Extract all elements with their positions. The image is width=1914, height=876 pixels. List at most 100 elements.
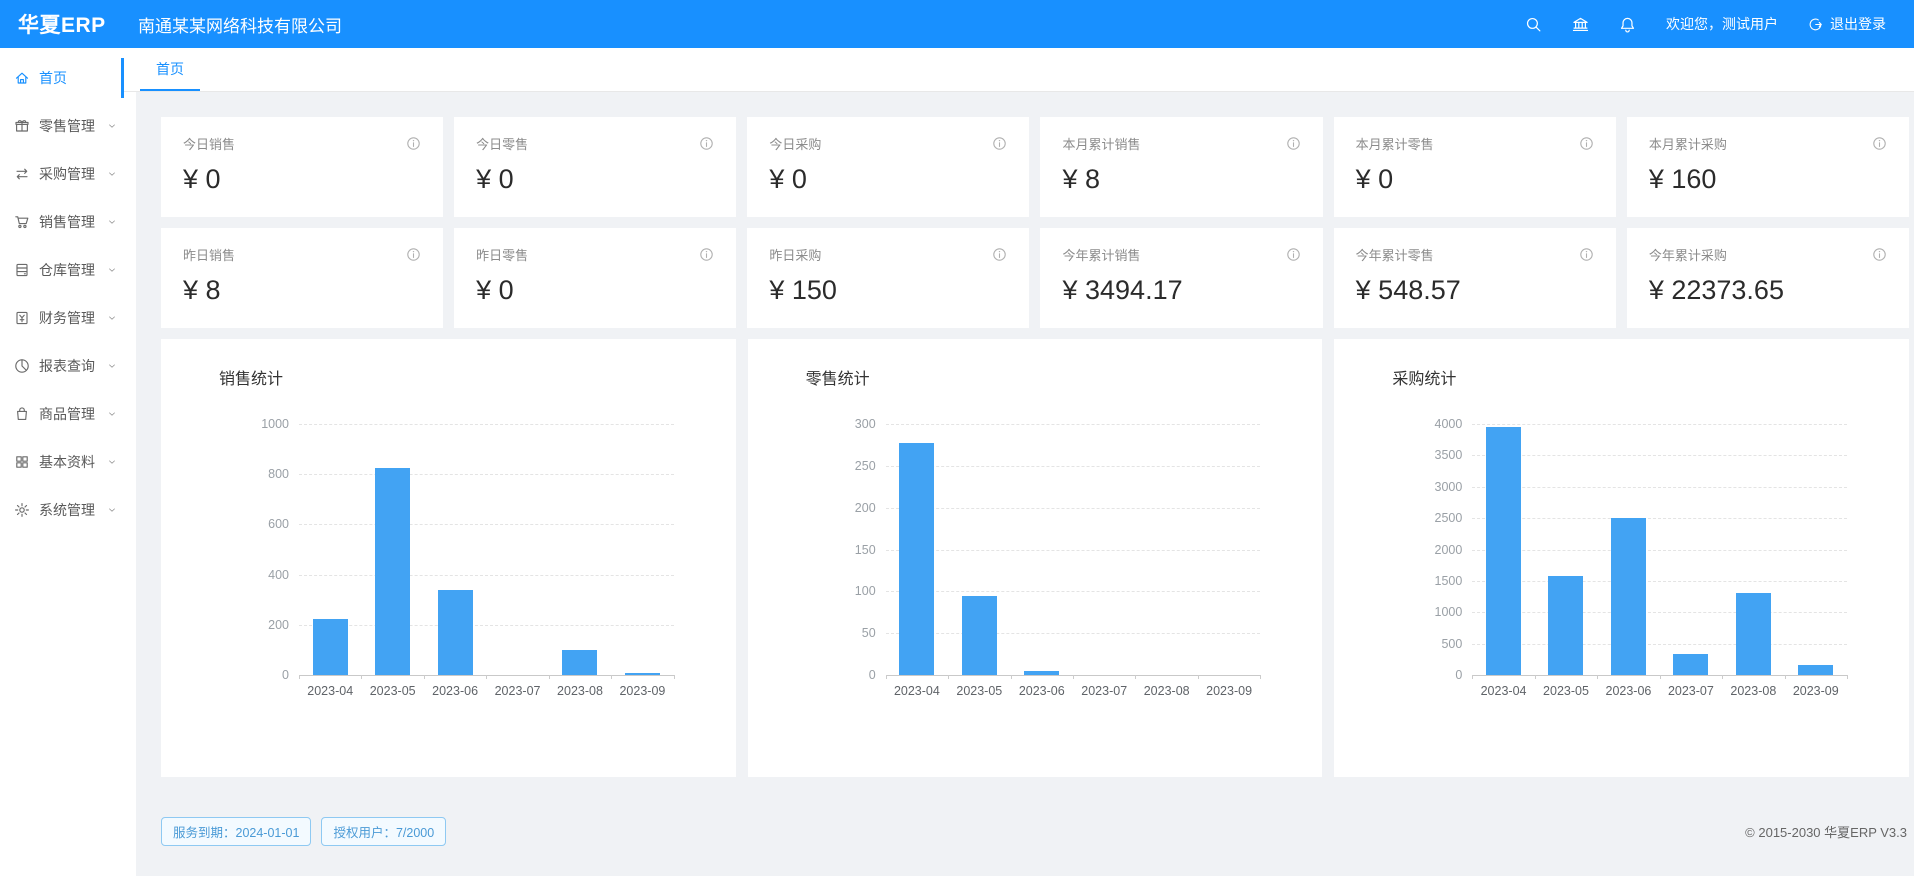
x-axis-label: 2023-09: [1206, 684, 1252, 698]
info-icon[interactable]: [699, 247, 714, 262]
stat-card-label: 昨日采购: [769, 245, 821, 264]
axis-tick: [299, 675, 300, 679]
swap-icon: [14, 166, 30, 182]
bar: [625, 673, 660, 675]
x-axis-label: 2023-04: [894, 684, 940, 698]
stat-card-label: 本月累计采购: [1649, 134, 1727, 153]
axis-tick: [886, 675, 887, 679]
bar: [1673, 654, 1708, 675]
company-name: 南通某某网络科技有限公司: [138, 12, 342, 37]
sidebar-item-1[interactable]: 零售管理: [0, 106, 124, 146]
bell-icon[interactable]: [1619, 16, 1636, 33]
tab-bar: 首页: [124, 48, 1914, 92]
gridline: [299, 524, 674, 525]
sidebar-item-4[interactable]: 仓库管理: [0, 250, 124, 290]
axis-tick: [486, 675, 487, 679]
y-axis-label: 3500: [1435, 448, 1463, 462]
stat-card-label: 今年累计销售: [1062, 245, 1140, 264]
sidebar-item-label: 销售管理: [39, 212, 107, 232]
x-axis-label: 2023-08: [1730, 684, 1776, 698]
sidebar-item-label: 采购管理: [39, 164, 107, 184]
stat-card-value: ¥ 8: [1062, 164, 1300, 195]
info-icon[interactable]: [699, 136, 714, 151]
stat-card-8: 昨日采购 ¥ 150: [747, 228, 1029, 328]
sidebar-item-6[interactable]: 报表查询: [0, 346, 124, 386]
x-axis-label: 2023-06: [1019, 684, 1065, 698]
footer: 服务到期：2024-01-01 授权用户：7/2000 © 2015-2030 …: [161, 817, 1909, 846]
bar: [1548, 576, 1583, 675]
sidebar-item-3[interactable]: 销售管理: [0, 202, 124, 242]
stat-card-value: ¥ 0: [1356, 164, 1594, 195]
info-icon[interactable]: [1286, 247, 1301, 262]
stat-card-label: 本月累计零售: [1356, 134, 1434, 153]
y-axis-label: 1000: [1435, 605, 1463, 619]
stat-card-label: 昨日销售: [183, 245, 235, 264]
chart-card-2: 采购统计 05001000150020002500300035004000202…: [1334, 339, 1909, 777]
info-icon[interactable]: [1286, 136, 1301, 151]
gridline: [299, 625, 674, 626]
bar: [1024, 671, 1059, 675]
chevron-down-icon: [107, 361, 117, 371]
info-icon[interactable]: [1579, 136, 1594, 151]
appstore-icon: [14, 454, 30, 470]
tab-home[interactable]: 首页: [140, 48, 200, 91]
x-axis-label: 2023-06: [432, 684, 478, 698]
stat-card-value: ¥ 150: [769, 275, 1007, 306]
y-axis-label: 4000: [1435, 417, 1463, 431]
axis-tick: [1597, 675, 1598, 679]
bank-icon[interactable]: [1572, 16, 1589, 33]
sidebar-item-label: 首页: [39, 68, 114, 88]
bar: [962, 596, 997, 675]
charts-row: 销售统计 020040060080010002023-042023-052023…: [161, 339, 1909, 777]
y-axis-label: 0: [1455, 668, 1462, 682]
stat-card-label: 今日采购: [769, 134, 821, 153]
chart-title: 零售统计: [806, 365, 1293, 389]
chevron-down-icon: [107, 121, 117, 131]
axis-tick: [1073, 675, 1074, 679]
search-icon[interactable]: [1525, 16, 1542, 33]
stat-card-9: 今年累计销售 ¥ 3494.17: [1040, 228, 1322, 328]
logout-button[interactable]: 退出登录: [1808, 14, 1886, 34]
gridline: [1472, 612, 1847, 613]
axis-tick: [1660, 675, 1661, 679]
chevron-down-icon: [107, 457, 117, 467]
gridline: [1472, 644, 1847, 645]
info-icon[interactable]: [1579, 247, 1594, 262]
app-logo: 华夏ERP: [0, 9, 124, 39]
welcome-text: 欢迎您，测试用户: [1666, 14, 1778, 34]
info-icon[interactable]: [992, 136, 1007, 151]
sidebar-item-9[interactable]: 系统管理: [0, 490, 124, 530]
sidebar-item-label: 基本资料: [39, 452, 107, 472]
y-axis-label: 2000: [1435, 543, 1463, 557]
sidebar: 首页 零售管理 采购管理 销售管理 仓库管理 财务管理 报表查询 商品管理 基本…: [0, 48, 124, 876]
bar: [313, 619, 348, 675]
stat-card-label: 昨日零售: [476, 245, 528, 264]
sidebar-item-8[interactable]: 基本资料: [0, 442, 124, 482]
info-icon[interactable]: [1872, 136, 1887, 151]
sidebar-item-0[interactable]: 首页: [0, 58, 124, 98]
stat-card-value: ¥ 160: [1649, 164, 1887, 195]
sidebar-item-2[interactable]: 采购管理: [0, 154, 124, 194]
x-axis-label: 2023-07: [495, 684, 541, 698]
y-axis-label: 2500: [1435, 511, 1463, 525]
stat-card-10: 今年累计零售 ¥ 548.57: [1334, 228, 1616, 328]
warehouse-icon: [14, 262, 30, 278]
axis-tick: [1535, 675, 1536, 679]
stat-card-label: 今日销售: [183, 134, 235, 153]
stat-card-label: 今日零售: [476, 134, 528, 153]
sidebar-item-7[interactable]: 商品管理: [0, 394, 124, 434]
x-axis-label: 2023-09: [1793, 684, 1839, 698]
sidebar-item-label: 系统管理: [39, 500, 107, 520]
info-icon[interactable]: [1872, 247, 1887, 262]
info-icon[interactable]: [406, 247, 421, 262]
axis-tick: [361, 675, 362, 679]
axis-tick: [1847, 675, 1848, 679]
info-icon[interactable]: [992, 247, 1007, 262]
axis-tick: [611, 675, 612, 679]
y-axis-label: 50: [862, 626, 876, 640]
x-axis-label: 2023-08: [557, 684, 603, 698]
stat-card-label: 今年累计采购: [1649, 245, 1727, 264]
sidebar-item-5[interactable]: 财务管理: [0, 298, 124, 338]
info-icon[interactable]: [406, 136, 421, 151]
stat-card-1: 今日零售 ¥ 0: [454, 117, 736, 217]
